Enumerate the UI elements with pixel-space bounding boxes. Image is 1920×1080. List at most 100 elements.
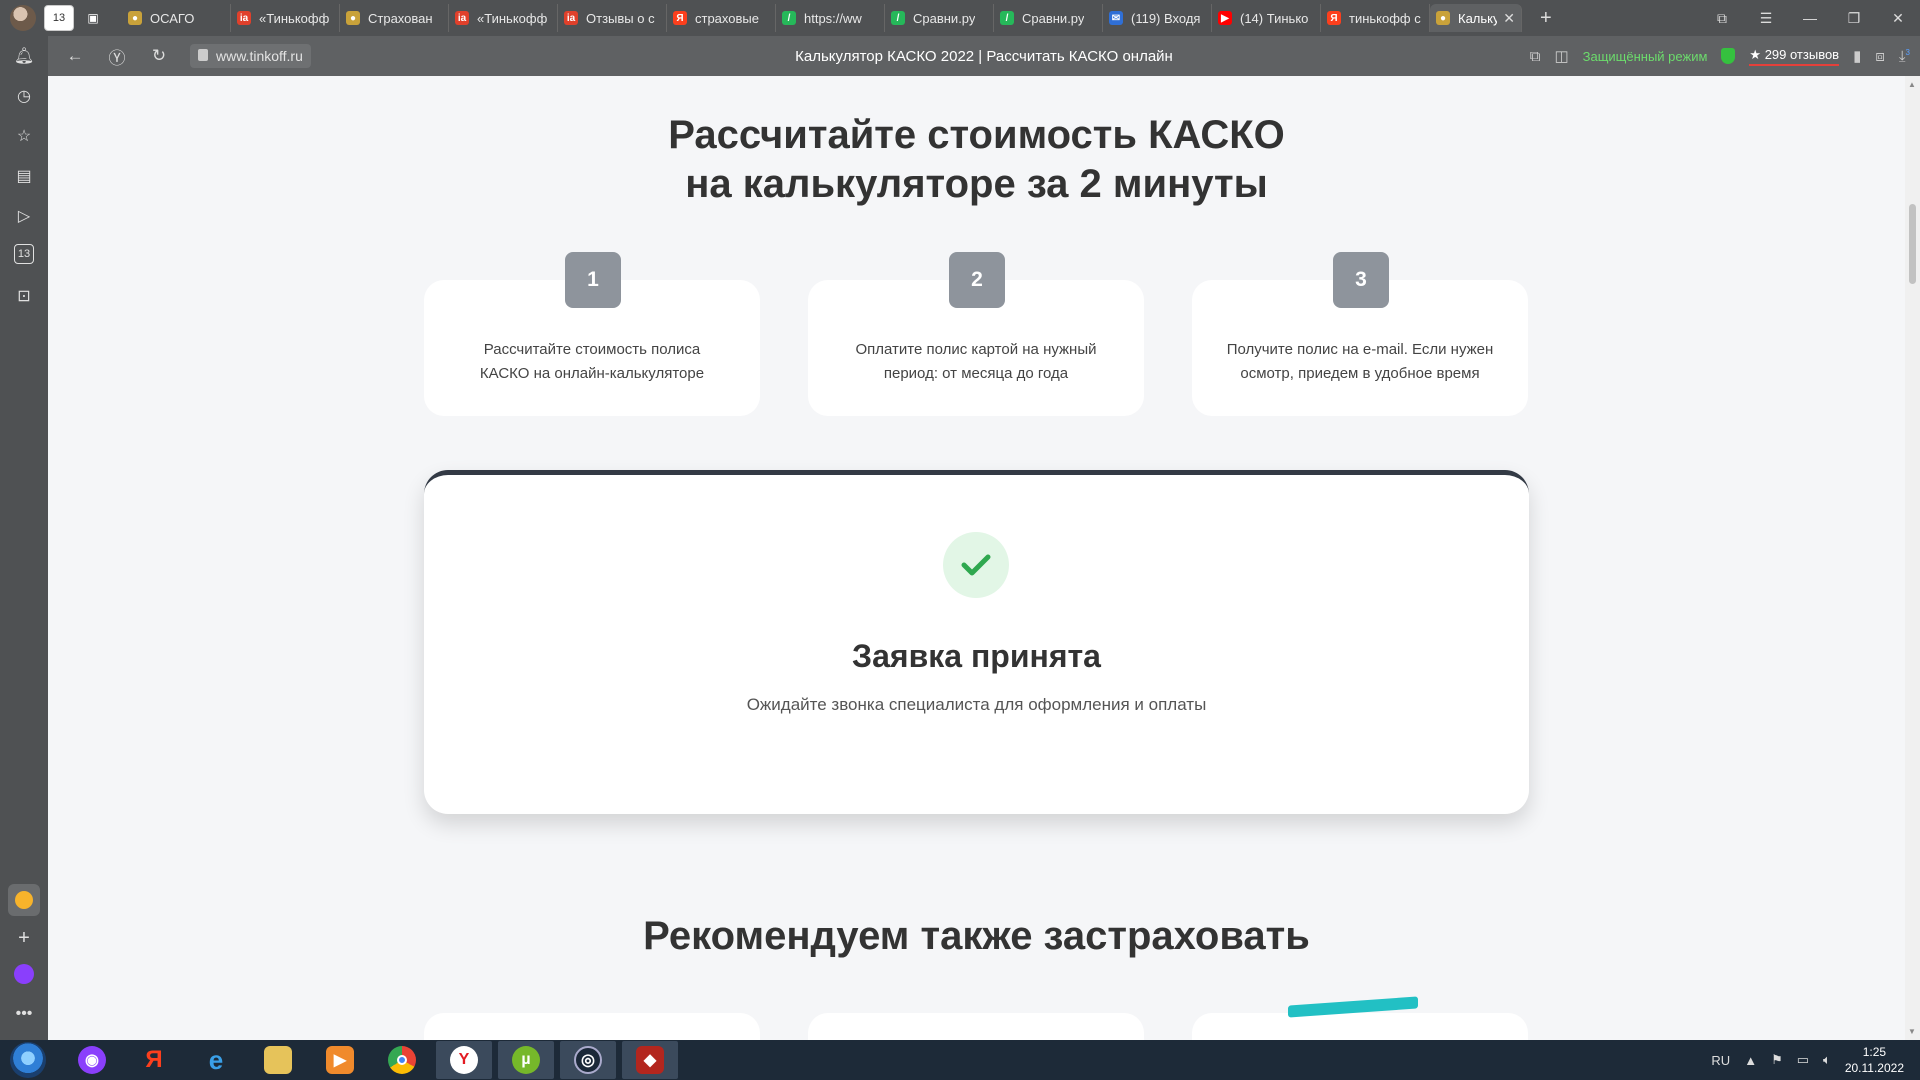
- browser-tab[interactable]: ▶ (14) Тинько: [1212, 4, 1321, 32]
- browser-tab[interactable]: / https://ww: [776, 4, 885, 32]
- system-tray: RU ▲ ⚑ ▭ 🔈︎ 1:25 20.11.2022: [1711, 1040, 1904, 1080]
- translate-icon[interactable]: ⧉: [1530, 48, 1541, 65]
- taskbar-yandex[interactable]: Я: [126, 1041, 182, 1079]
- start-button[interactable]: [10, 1042, 46, 1078]
- browser-tab[interactable]: ● Страхован: [340, 4, 449, 32]
- flag-icon[interactable]: ⚑: [1771, 1052, 1783, 1068]
- browser-tab[interactable]: / Сравни.ру: [885, 4, 994, 32]
- bell-icon[interactable]: 🔔︎: [12, 44, 36, 68]
- url-field[interactable]: www.tinkoff.ru: [190, 44, 311, 68]
- download-icon[interactable]: ⤓3: [1899, 48, 1910, 65]
- browser-sidebar: 🔔︎ ◷ ☆ ▤ ▷ 13 ⊡ + •••: [0, 36, 48, 1040]
- taskbar-chrome[interactable]: [374, 1041, 430, 1079]
- taskbar-explorer[interactable]: [250, 1041, 306, 1079]
- bookmark-icon[interactable]: ▮: [1853, 47, 1861, 65]
- alice-icon: ◉: [78, 1046, 106, 1074]
- recommend-card[interactable]: [808, 1013, 1144, 1040]
- window-controls: ⧉ ☰ — ❐ ✕: [1700, 0, 1920, 36]
- alice-icon[interactable]: [12, 962, 36, 986]
- calendar-icon[interactable]: 13: [14, 244, 34, 264]
- network-icon[interactable]: ▭: [1797, 1052, 1809, 1068]
- taskbar-utorrent[interactable]: µ: [498, 1041, 554, 1079]
- clock[interactable]: 1:25 20.11.2022: [1845, 1044, 1904, 1076]
- browser-tab[interactable]: ia «Тинькофф: [449, 4, 558, 32]
- scroll-thumb[interactable]: [1909, 204, 1916, 284]
- zen-app-icon[interactable]: [8, 884, 40, 916]
- youtube-favicon: ▶: [1218, 11, 1232, 25]
- notes-icon[interactable]: ▤: [12, 164, 36, 188]
- dota-icon: ◆: [636, 1046, 664, 1074]
- browser-tab[interactable]: ● ОСАГО: [122, 4, 231, 32]
- video-icon[interactable]: ▷: [12, 204, 36, 228]
- protect-mode-label[interactable]: Защищённый режим: [1583, 49, 1708, 64]
- address-bar: ← Ⓨ ↻ www.tinkoff.ru Калькулятор КАСКО 2…: [48, 36, 1920, 76]
- add-tab-icon[interactable]: +: [1540, 7, 1552, 30]
- calculator-heading: Рассчитайте стоимость КАСКО на калькулят…: [668, 113, 1285, 206]
- browser-tab[interactable]: / Сравни.ру: [994, 4, 1103, 32]
- success-subtitle: Ожидайте звонка специалиста для оформлен…: [746, 695, 1207, 714]
- folder-icon: [264, 1046, 292, 1074]
- taskbar-yandex-browser[interactable]: Y: [436, 1041, 492, 1079]
- collections-icon[interactable]: ⧈: [1875, 48, 1885, 65]
- windows-taskbar: ◉ Я e ▶ Y µ ◎ ◆ RU ▲ ⚑ ▭ 🔈︎ 1:25 20.11.20…: [0, 1040, 1920, 1080]
- taskbar-ie[interactable]: e: [188, 1041, 244, 1079]
- ia-favicon: ia: [564, 11, 578, 25]
- reload-icon[interactable]: ↻: [144, 46, 174, 66]
- recommend-heading: Рекомендуем также застраховать: [643, 914, 1310, 958]
- mail-favicon: ✉: [1109, 11, 1123, 25]
- browser-tab[interactable]: ✉ (119) Входя: [1103, 4, 1212, 32]
- browser-tab[interactable]: Ятинькофф с: [1321, 4, 1430, 32]
- browser-tab-active[interactable]: ●Калькул✕: [1430, 4, 1522, 32]
- taskbar-steam[interactable]: ◎: [560, 1041, 616, 1079]
- page-scrollbar[interactable]: ▲ ▼: [1905, 76, 1920, 1040]
- yandex-home-icon[interactable]: Ⓨ: [102, 44, 132, 69]
- menu-icon[interactable]: ☰: [1744, 10, 1788, 27]
- yandex-icon: Я: [145, 1046, 163, 1073]
- screenshot-icon[interactable]: ⊡: [12, 284, 36, 308]
- bookmarks-panel-icon[interactable]: ⧉: [1700, 10, 1744, 27]
- browser-tab[interactable]: ia Отзывы о с: [558, 4, 667, 32]
- steps-row: 1 Рассчитайте стоимость полиса КАСКО на о…: [424, 252, 1529, 416]
- media-player-icon: ▶: [326, 1046, 354, 1074]
- back-icon[interactable]: ←: [60, 46, 90, 66]
- success-title: Заявка принята: [852, 638, 1101, 674]
- recommend-card[interactable]: [1192, 996, 1528, 1040]
- scroll-up-icon[interactable]: ▲: [1908, 80, 1916, 89]
- profile-avatar[interactable]: [10, 5, 36, 31]
- sravni-favicon: /: [891, 11, 905, 25]
- sravni-favicon: /: [782, 11, 796, 25]
- minimize-icon[interactable]: —: [1788, 10, 1832, 26]
- star-icon[interactable]: ☆: [12, 124, 36, 148]
- taskbar-dota[interactable]: ◆: [622, 1041, 678, 1079]
- restore-icon[interactable]: ❐: [1832, 10, 1876, 27]
- tabs-count: 13: [52, 12, 66, 24]
- language-indicator[interactable]: RU: [1711, 1053, 1730, 1068]
- close-tab-icon[interactable]: ✕: [1503, 10, 1515, 27]
- volume-icon[interactable]: 🔈︎: [1823, 1052, 1831, 1068]
- add-panel-icon[interactable]: +: [12, 926, 36, 950]
- close-window-icon[interactable]: ✕: [1876, 10, 1920, 27]
- taskbar-alice[interactable]: ◉: [64, 1041, 120, 1079]
- recommend-card[interactable]: [424, 1013, 760, 1040]
- more-icon[interactable]: •••: [12, 1002, 36, 1026]
- browser-tab[interactable]: ia «Тинькофф: [231, 4, 340, 32]
- chrome-icon: [388, 1046, 416, 1074]
- browser-tab[interactable]: Ястраховые: [667, 4, 776, 32]
- protect-shield-icon[interactable]: [1721, 48, 1736, 64]
- reviews-badge[interactable]: ★ 299 отзывов: [1749, 47, 1840, 66]
- utorrent-icon: µ: [512, 1046, 540, 1074]
- history-icon[interactable]: ◷: [12, 84, 36, 108]
- steam-icon: ◎: [574, 1046, 602, 1074]
- tab-copy-icon[interactable]: ◫: [1554, 47, 1568, 65]
- scroll-down-icon[interactable]: ▼: [1908, 1027, 1916, 1036]
- tray-expand-icon[interactable]: ▲: [1744, 1053, 1757, 1068]
- shield-favicon: ●: [1436, 11, 1450, 25]
- taskbar-media[interactable]: ▶: [312, 1041, 368, 1079]
- yandex-favicon: Я: [673, 11, 687, 25]
- yandex-browser-icon: Y: [450, 1046, 478, 1074]
- tabs-grid-button[interactable]: 13: [44, 5, 74, 31]
- ie-icon: e: [208, 1044, 224, 1075]
- browser-tab-bar: 13 ▣ ● ОСАГО ia «Тинькофф ● Страхован ia «Ти…: [0, 0, 1920, 36]
- checkmark-icon: [943, 532, 1009, 598]
- new-tab-icon[interactable]: ▣: [78, 5, 108, 31]
